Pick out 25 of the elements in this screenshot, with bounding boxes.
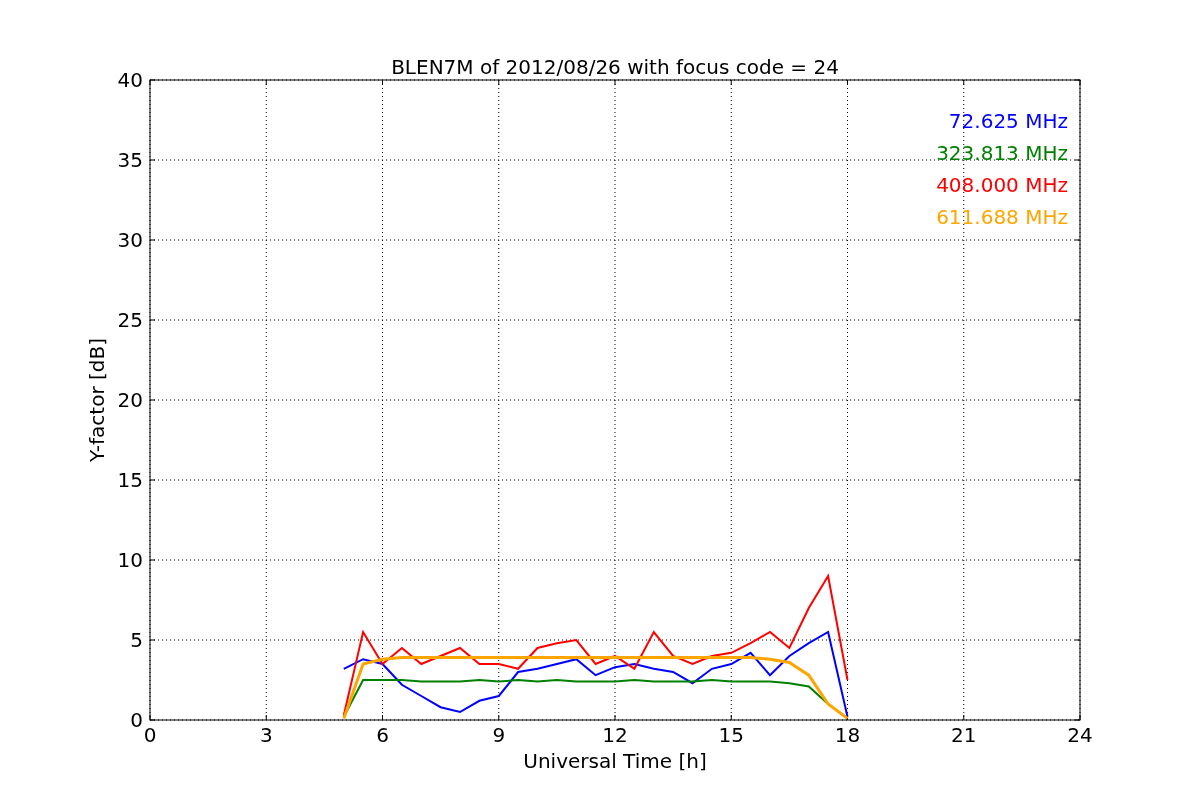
legend-label: 72.625 MHz <box>948 109 1068 133</box>
y-tick-label: 20 <box>117 388 143 412</box>
legend-label: 611.688 MHz <box>936 205 1068 229</box>
chart-title: BLEN7M of 2012/08/26 with focus code = 24 <box>391 55 839 79</box>
x-tick-label: 21 <box>951 723 977 747</box>
x-tick-label: 12 <box>602 723 628 747</box>
y-tick-label: 5 <box>130 628 143 652</box>
x-tick-label: 9 <box>492 723 506 747</box>
x-tick-label: 24 <box>1067 723 1093 747</box>
y-tick-label: 0 <box>130 708 143 732</box>
y-tick-label: 40 <box>117 68 143 92</box>
y-tick-label: 15 <box>117 468 143 492</box>
legend-label: 408.000 MHz <box>936 173 1068 197</box>
y-tick-label: 30 <box>117 228 143 252</box>
y-axis-label: Y-factor [dB] <box>85 338 109 462</box>
x-tick-label: 18 <box>834 723 861 747</box>
x-tick-label: 15 <box>718 723 744 747</box>
y-tick-label: 10 <box>117 548 143 572</box>
x-tick-label: 0 <box>143 723 157 747</box>
x-tick-label: 3 <box>259 723 273 747</box>
y-tick-label: 35 <box>117 148 143 172</box>
x-tick-label: 6 <box>376 723 389 747</box>
y-tick-label: 25 <box>117 308 143 332</box>
x-axis-label: Universal Time [h] <box>523 749 707 773</box>
legend-label: 323.813 MHz <box>936 141 1068 165</box>
